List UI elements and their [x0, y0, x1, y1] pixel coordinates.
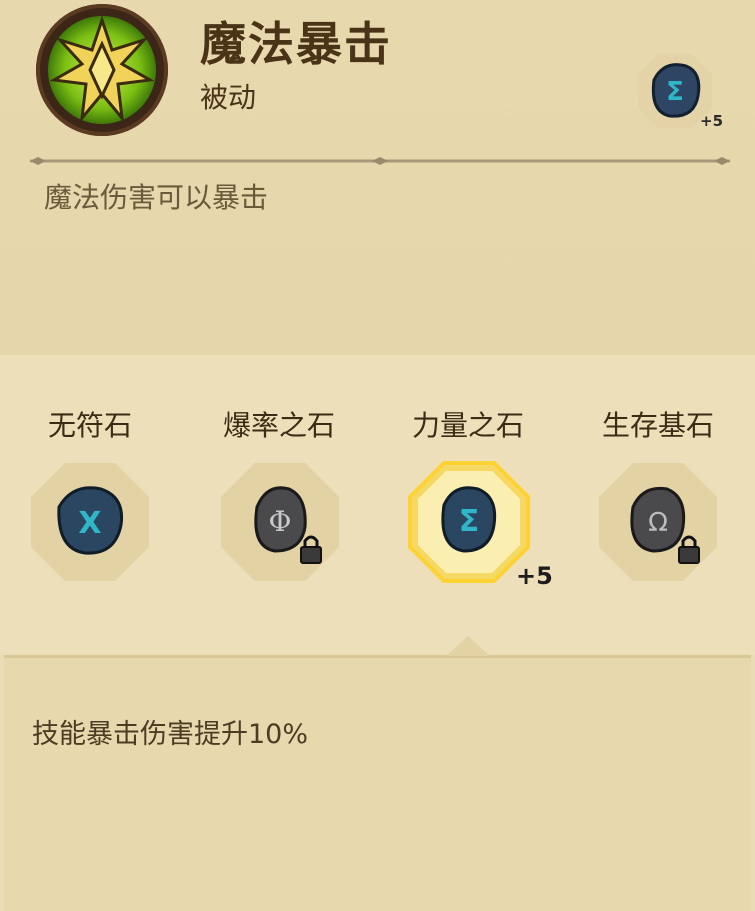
- skill-type: 被动: [200, 81, 257, 114]
- svg-text:X: X: [78, 506, 101, 541]
- rune-slot-survival[interactable]: Ω: [597, 461, 719, 583]
- skill-name: 魔法暴击: [200, 17, 392, 71]
- header-divider: [30, 150, 730, 165]
- svg-text:Φ: Φ: [269, 505, 292, 538]
- rune-slot-drop-rate[interactable]: Φ: [219, 461, 341, 583]
- rune-omega-icon: Ω: [630, 486, 686, 553]
- rune-bonus-panel: [4, 655, 751, 911]
- svg-text:Ω: Ω: [648, 508, 668, 538]
- svg-text:Σ: Σ: [666, 77, 684, 107]
- equipped-rune-level: +5: [700, 112, 724, 130]
- rune-x-icon: X: [57, 486, 124, 555]
- rune-bonus-description: 技能暴击伤害提升10%: [32, 719, 309, 750]
- selection-pointer: [446, 636, 490, 656]
- rune-level-badge: +5: [516, 562, 553, 590]
- rune-label-power: 力量之石: [411, 409, 524, 442]
- rune-slot-none[interactable]: X: [29, 461, 151, 583]
- rune-slot-power-selected[interactable]: Σ: [408, 461, 530, 583]
- rune-phi-icon: Φ: [254, 486, 307, 553]
- rune-label-drop-rate: 爆率之石: [222, 409, 335, 442]
- rune-sigma-icon: Σ: [441, 486, 497, 553]
- svg-text:Σ: Σ: [459, 504, 480, 539]
- skill-description: 魔法伤害可以暴击: [44, 181, 269, 214]
- rune-label-survival: 生存基石: [601, 409, 714, 442]
- magic-crit-skill-icon: [36, 4, 168, 136]
- rune-label-none: 无符石: [47, 409, 132, 442]
